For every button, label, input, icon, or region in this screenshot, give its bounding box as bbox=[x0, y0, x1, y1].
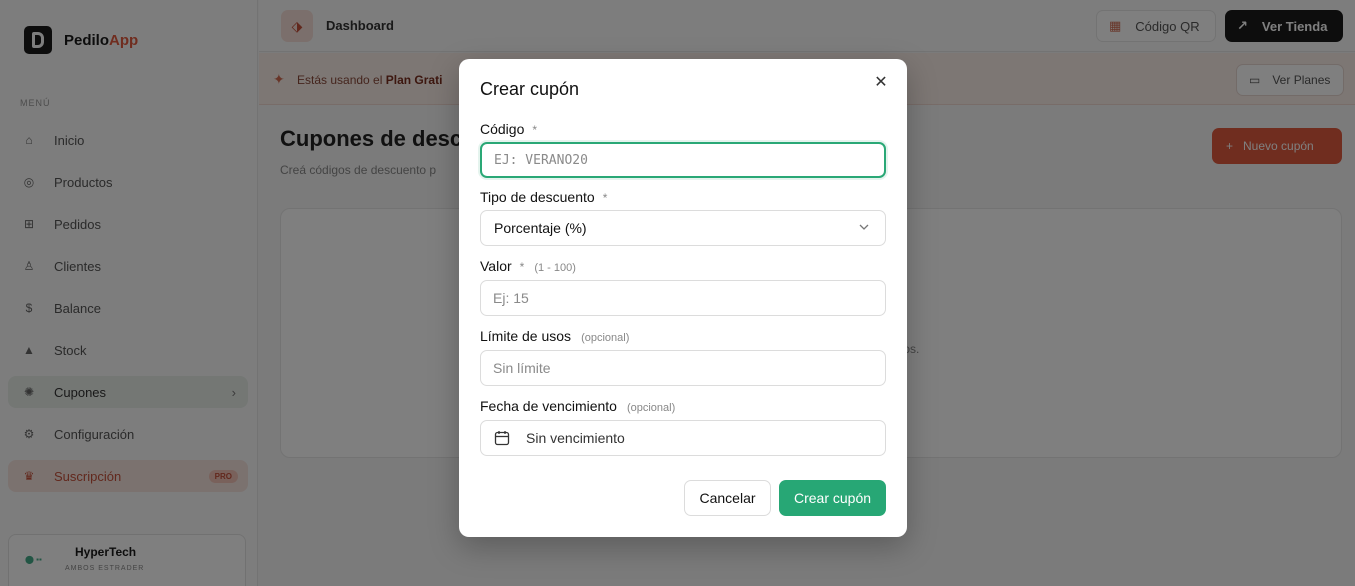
value-input[interactable] bbox=[480, 280, 886, 316]
chevron-down-icon bbox=[859, 224, 869, 230]
cancel-button[interactable]: Cancelar bbox=[684, 480, 771, 516]
value-label: Valor * (1 - 100) bbox=[480, 258, 576, 274]
dialog-title: Crear cupón bbox=[480, 79, 580, 99]
code-input[interactable] bbox=[480, 142, 886, 178]
usage-limit-label-text: Límite de usos bbox=[480, 328, 572, 344]
expiry-label-text: Fecha de vencimiento bbox=[480, 398, 617, 414]
value-label-text: Valor bbox=[480, 258, 512, 274]
expiry-hint: (opcional) bbox=[626, 402, 676, 414]
code-label: Código * bbox=[480, 121, 537, 137]
expiry-value: Sin vencimiento bbox=[526, 430, 625, 446]
required-marker: * bbox=[519, 260, 525, 274]
expiry-label: Fecha de vencimiento (opcional) bbox=[480, 398, 675, 414]
required-marker: * bbox=[532, 123, 538, 137]
discount-type-select[interactable]: Porcentaje (%) bbox=[480, 210, 886, 246]
value-hint: (1 - 100) bbox=[534, 262, 576, 274]
create-coupon-dialog: Crear cupón ✕ Código * Tipo de descuento *… bbox=[459, 59, 907, 537]
create-coupon-button[interactable]: Crear cupón bbox=[779, 480, 886, 516]
usage-limit-hint: (opcional) bbox=[581, 332, 630, 344]
usage-limit-input[interactable] bbox=[480, 350, 886, 386]
discount-type-label-text: Tipo de descuento bbox=[480, 189, 595, 205]
required-marker: * bbox=[602, 191, 608, 205]
usage-limit-label: Límite de usos (opcional) bbox=[480, 328, 629, 344]
expiry-date-picker[interactable]: Sin vencimiento bbox=[480, 420, 886, 456]
code-label-text: Código bbox=[480, 121, 525, 137]
discount-type-label: Tipo de descuento * bbox=[480, 189, 607, 205]
calendar-icon bbox=[494, 431, 510, 446]
close-icon[interactable]: ✕ bbox=[871, 73, 891, 93]
discount-type-value: Porcentaje (%) bbox=[494, 220, 587, 236]
